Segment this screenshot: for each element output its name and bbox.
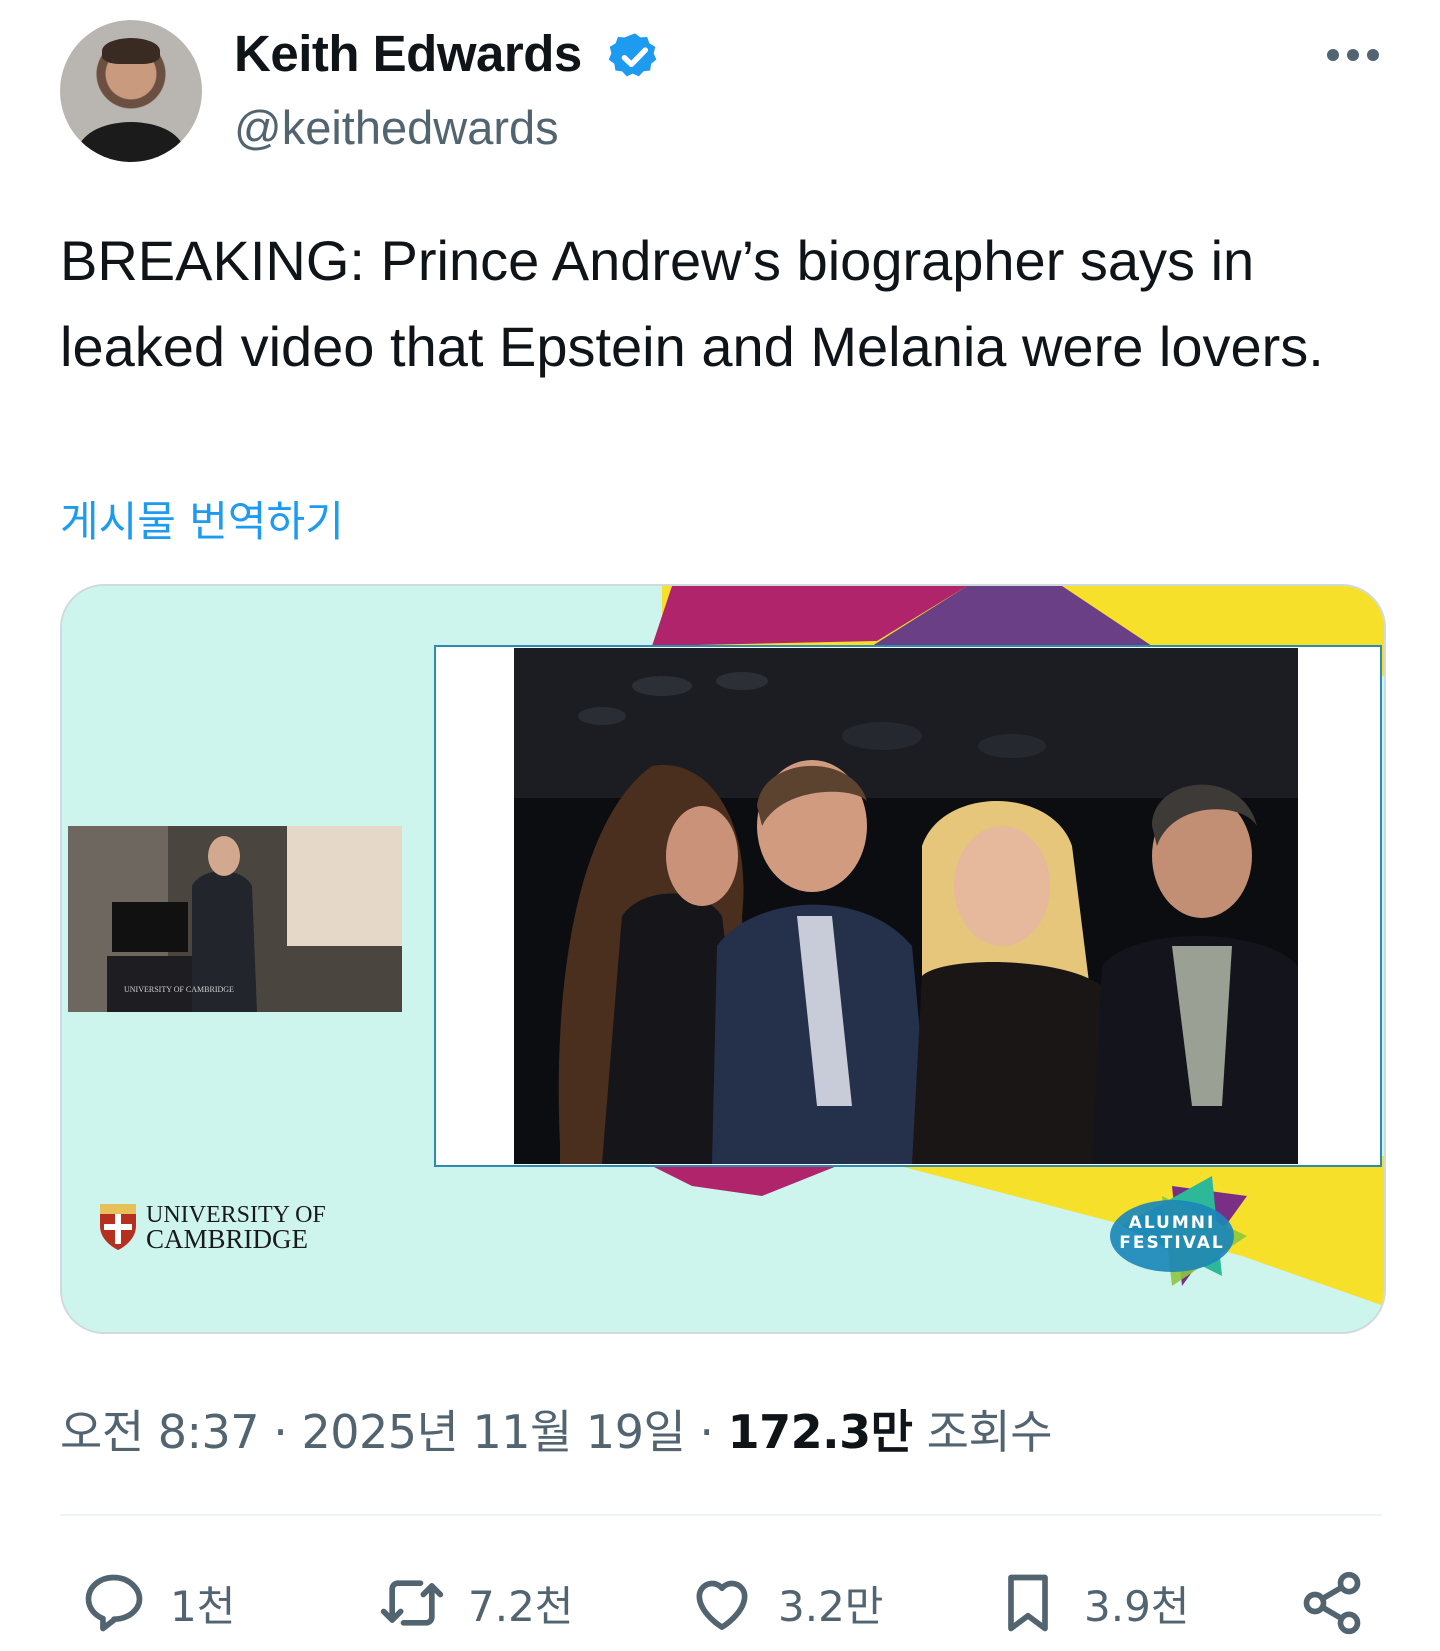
divider	[60, 1514, 1382, 1516]
like-count: 3.2만	[778, 1581, 884, 1631]
author-name[interactable]: Keith Edwards	[234, 24, 582, 83]
tweet-media-video[interactable]: UNIVERSITY OF CAMBRIDGE UNIVERSITY OF CA…	[60, 584, 1386, 1334]
more-options-icon[interactable]	[1325, 40, 1381, 70]
author-handle[interactable]: @keithedwards	[234, 100, 559, 155]
reply-icon	[85, 1574, 143, 1632]
bookmark-button[interactable]: 3.9천	[994, 1568, 1189, 1638]
media-frame-graphic: UNIVERSITY OF CAMBRIDGE UNIVERSITY OF CA…	[62, 586, 1384, 1332]
share-icon	[1303, 1571, 1361, 1635]
repost-count: 7.2천	[468, 1581, 574, 1631]
meta-separator: ·	[699, 1405, 714, 1459]
bookmark-icon	[1008, 1574, 1048, 1632]
reply-button[interactable]: 1천	[80, 1568, 235, 1638]
like-button[interactable]: 3.2만	[688, 1568, 883, 1638]
inset-podium-text: UNIVERSITY OF CAMBRIDGE	[124, 985, 234, 994]
alumni-text-1: ALUMNI	[1129, 1213, 1216, 1233]
verified-badge-icon	[608, 33, 657, 77]
share-button[interactable]	[1298, 1568, 1388, 1638]
tweet-time[interactable]: 오전 8:37	[60, 1405, 260, 1459]
avatar-shirt	[78, 122, 184, 162]
translate-link[interactable]: 게시물 번역하기	[60, 488, 344, 549]
tweet-meta: 오전 8:37 · 2025년 11월 19일 · 172.3만 조회수	[60, 1396, 1053, 1462]
repost-button[interactable]: 7.2천	[378, 1568, 573, 1638]
author-avatar[interactable]	[60, 20, 202, 162]
tweet-date[interactable]: 2025년 11월 19일	[301, 1405, 685, 1459]
avatar-hair	[102, 38, 160, 64]
repost-icon	[380, 1580, 444, 1626]
alumni-text-2: FESTIVAL	[1119, 1233, 1224, 1253]
bookmark-count: 3.9천	[1084, 1581, 1190, 1631]
views-label: 조회수	[926, 1405, 1053, 1459]
views-count: 172.3만	[727, 1405, 913, 1459]
reply-count: 1천	[170, 1581, 236, 1631]
like-icon	[696, 1580, 748, 1630]
cambridge-logo-line2: CAMBRIDGE	[146, 1224, 308, 1254]
tweet-text: BREAKING: Prince Andrew’s biographer say…	[60, 229, 1324, 378]
meta-separator: ·	[273, 1405, 288, 1459]
